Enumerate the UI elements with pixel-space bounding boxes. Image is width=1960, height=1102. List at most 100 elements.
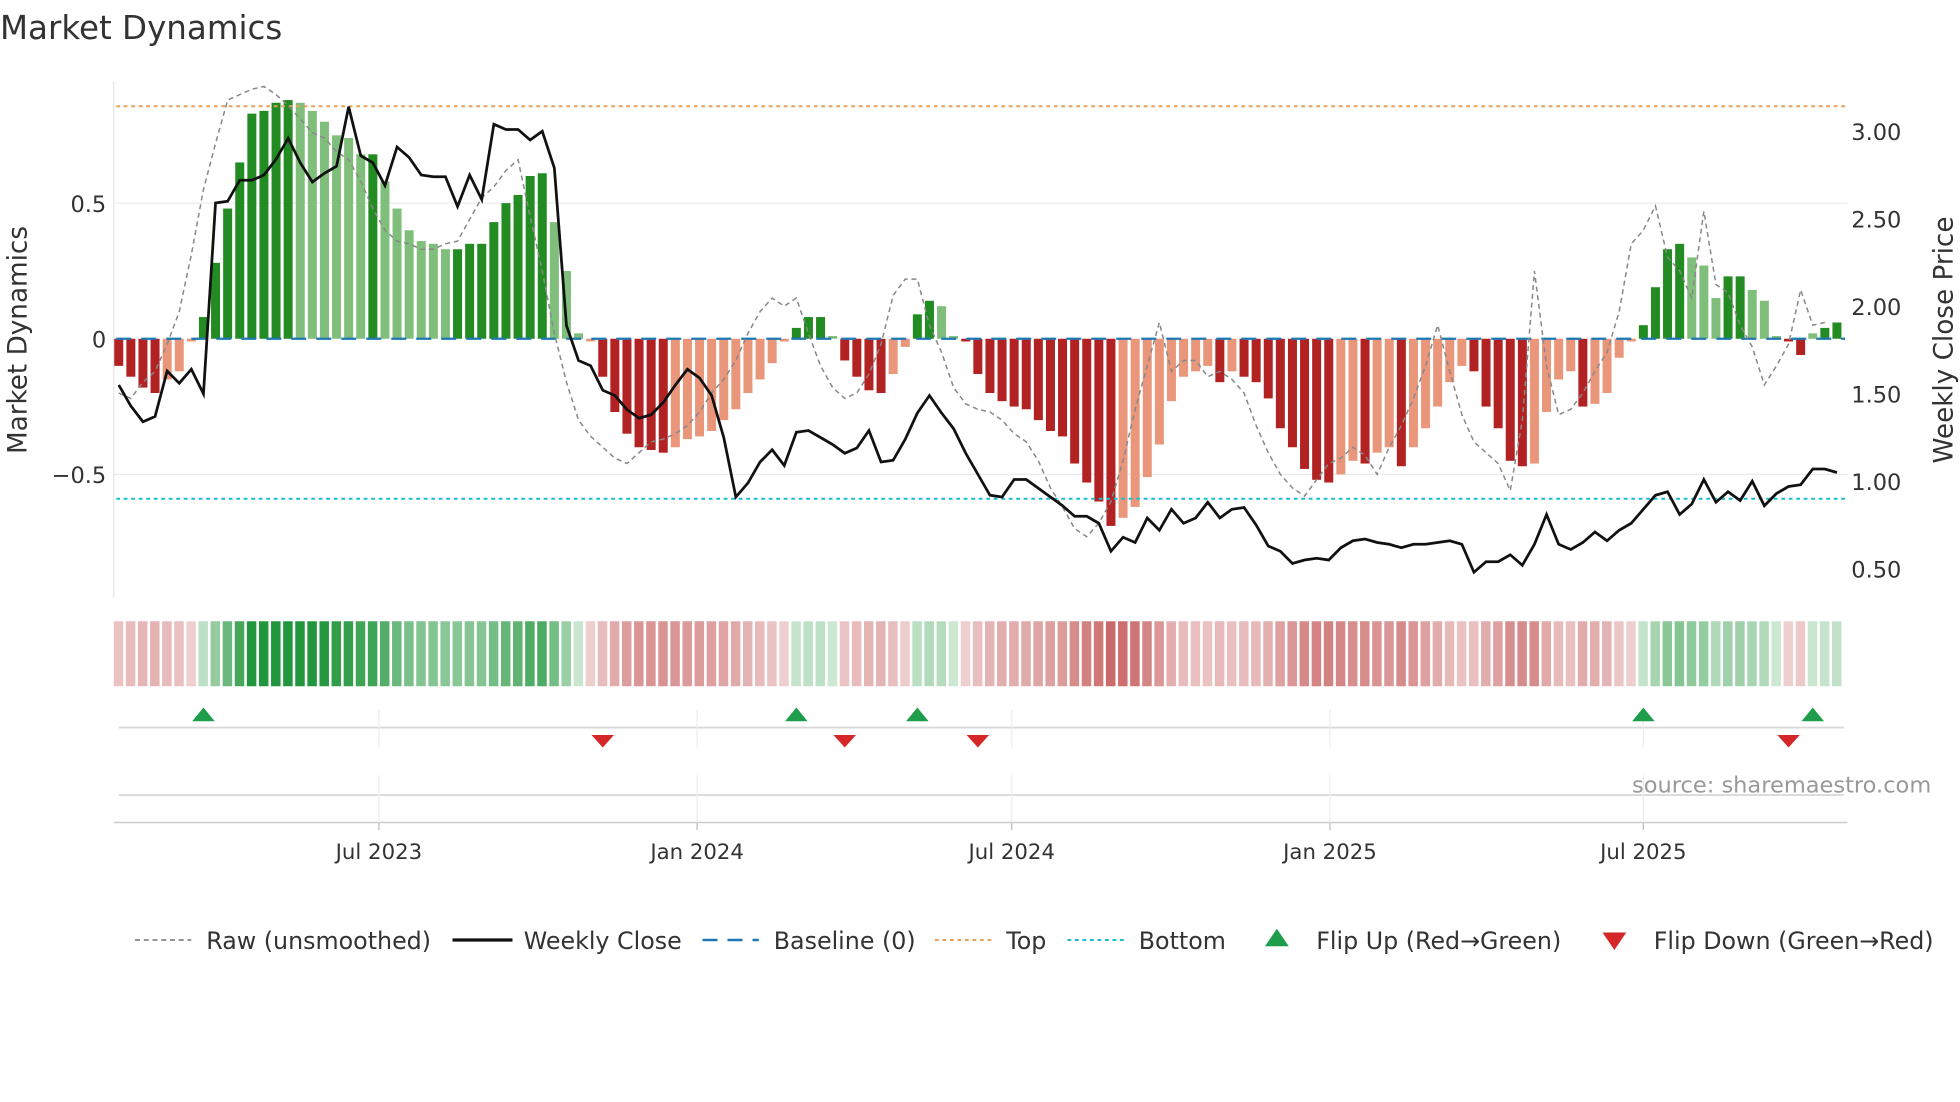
bar <box>1723 276 1733 339</box>
strip-cell <box>960 621 971 687</box>
bar <box>1759 300 1769 339</box>
bar <box>1457 338 1467 366</box>
strip-cell <box>609 621 620 687</box>
legend-label: Flip Down (Green→Red) <box>1654 927 1934 955</box>
strip-cell <box>150 621 160 687</box>
strip-cell <box>125 621 136 687</box>
bar <box>1154 338 1164 445</box>
bar <box>937 306 947 339</box>
strip-cell <box>815 621 826 687</box>
x-tick-label: Jul 2024 <box>966 840 1054 865</box>
strip-cell <box>1710 621 1721 687</box>
bar <box>1239 338 1249 377</box>
strip-cell <box>1602 621 1612 687</box>
strip-cell <box>694 621 705 687</box>
bar <box>1300 338 1310 469</box>
strip-cell <box>1190 621 1201 687</box>
strip-cell <box>525 621 535 687</box>
bar <box>1336 338 1346 475</box>
strip-cell <box>476 621 487 687</box>
bar <box>1179 338 1189 377</box>
flip-down-marker <box>591 735 614 748</box>
strip-cell <box>1118 621 1128 687</box>
strip-cell <box>1481 621 1491 687</box>
bar <box>1796 338 1806 356</box>
bar <box>1142 338 1152 478</box>
strip-cell <box>186 621 196 687</box>
strip-cell <box>1105 621 1116 687</box>
strip-cell <box>1795 621 1806 687</box>
y-tick-label: 0.5 <box>70 192 106 218</box>
strip-cell <box>646 621 656 687</box>
flip-up-marker <box>1801 707 1824 722</box>
legend-label: Top <box>1005 927 1046 955</box>
bar <box>307 110 317 339</box>
strip-cell <box>1347 621 1358 687</box>
strip-cell <box>464 621 475 687</box>
strip-cell <box>730 621 741 687</box>
strip-cell <box>1626 621 1636 687</box>
bar <box>1542 338 1552 412</box>
strip-cell <box>246 621 257 687</box>
bar <box>513 194 523 339</box>
bar <box>707 338 717 431</box>
bar <box>1699 265 1709 339</box>
strip-cell <box>1541 621 1552 687</box>
flip-up-marker <box>1632 707 1655 722</box>
bar <box>477 243 487 339</box>
strip-cell <box>597 621 608 687</box>
strip-cell <box>331 621 342 687</box>
bar <box>1408 338 1418 448</box>
strip-cell <box>1408 621 1418 687</box>
bar <box>416 241 426 339</box>
y2-tick-label: 2.00 <box>1851 295 1901 321</box>
strip-cell <box>1831 621 1842 687</box>
strip-cell <box>1662 621 1673 687</box>
x-tick-label: Jul 2023 <box>334 840 422 865</box>
strip-cell <box>948 621 959 687</box>
bar <box>1058 338 1068 437</box>
legend-label: Bottom <box>1139 927 1226 955</box>
flip-up-marker <box>906 707 929 722</box>
bar <box>440 249 450 339</box>
strip-cell <box>803 621 813 687</box>
strip-cell <box>452 621 463 687</box>
strip-cell <box>779 621 789 687</box>
strip-cell <box>549 621 559 687</box>
strip-cell <box>1226 621 1237 687</box>
strip-cell <box>234 621 245 687</box>
strip-cell <box>1432 621 1443 687</box>
strip-cell <box>634 621 644 687</box>
bar <box>1663 249 1673 339</box>
strip-cell <box>113 621 124 687</box>
strip-cell <box>1505 621 1515 687</box>
bar <box>1372 338 1382 453</box>
bar <box>1614 338 1624 358</box>
bar <box>259 110 269 339</box>
strip-cell <box>1384 621 1394 687</box>
legend-label: Raw (unsmoothed) <box>206 927 431 955</box>
market-dynamics-chart: Market Dynamics 0.50−0.53.002.502.001.50… <box>0 9 1960 955</box>
bar <box>549 222 559 339</box>
bar <box>1094 338 1104 502</box>
strip-cell <box>1686 621 1697 687</box>
strip-cell <box>271 621 281 687</box>
strip-cell <box>1807 621 1818 687</box>
strip-cell <box>379 621 390 687</box>
strip-cell <box>500 621 511 687</box>
bar <box>840 338 850 361</box>
bar <box>1287 338 1297 448</box>
flip-down-marker <box>966 735 990 748</box>
strip-cell <box>1396 621 1406 687</box>
strip-cell <box>1033 621 1043 687</box>
strip-cell <box>1214 621 1225 687</box>
bar <box>1602 338 1612 393</box>
bar <box>1251 338 1261 383</box>
x-tick-label: Jan 2025 <box>1281 840 1377 865</box>
bar <box>1118 338 1128 518</box>
bar <box>1711 298 1721 339</box>
bar <box>646 338 656 450</box>
bar <box>1445 338 1455 383</box>
legend: Raw (unsmoothed) Weekly Close Baseline (0)… <box>135 927 1934 955</box>
bar <box>1082 338 1092 483</box>
